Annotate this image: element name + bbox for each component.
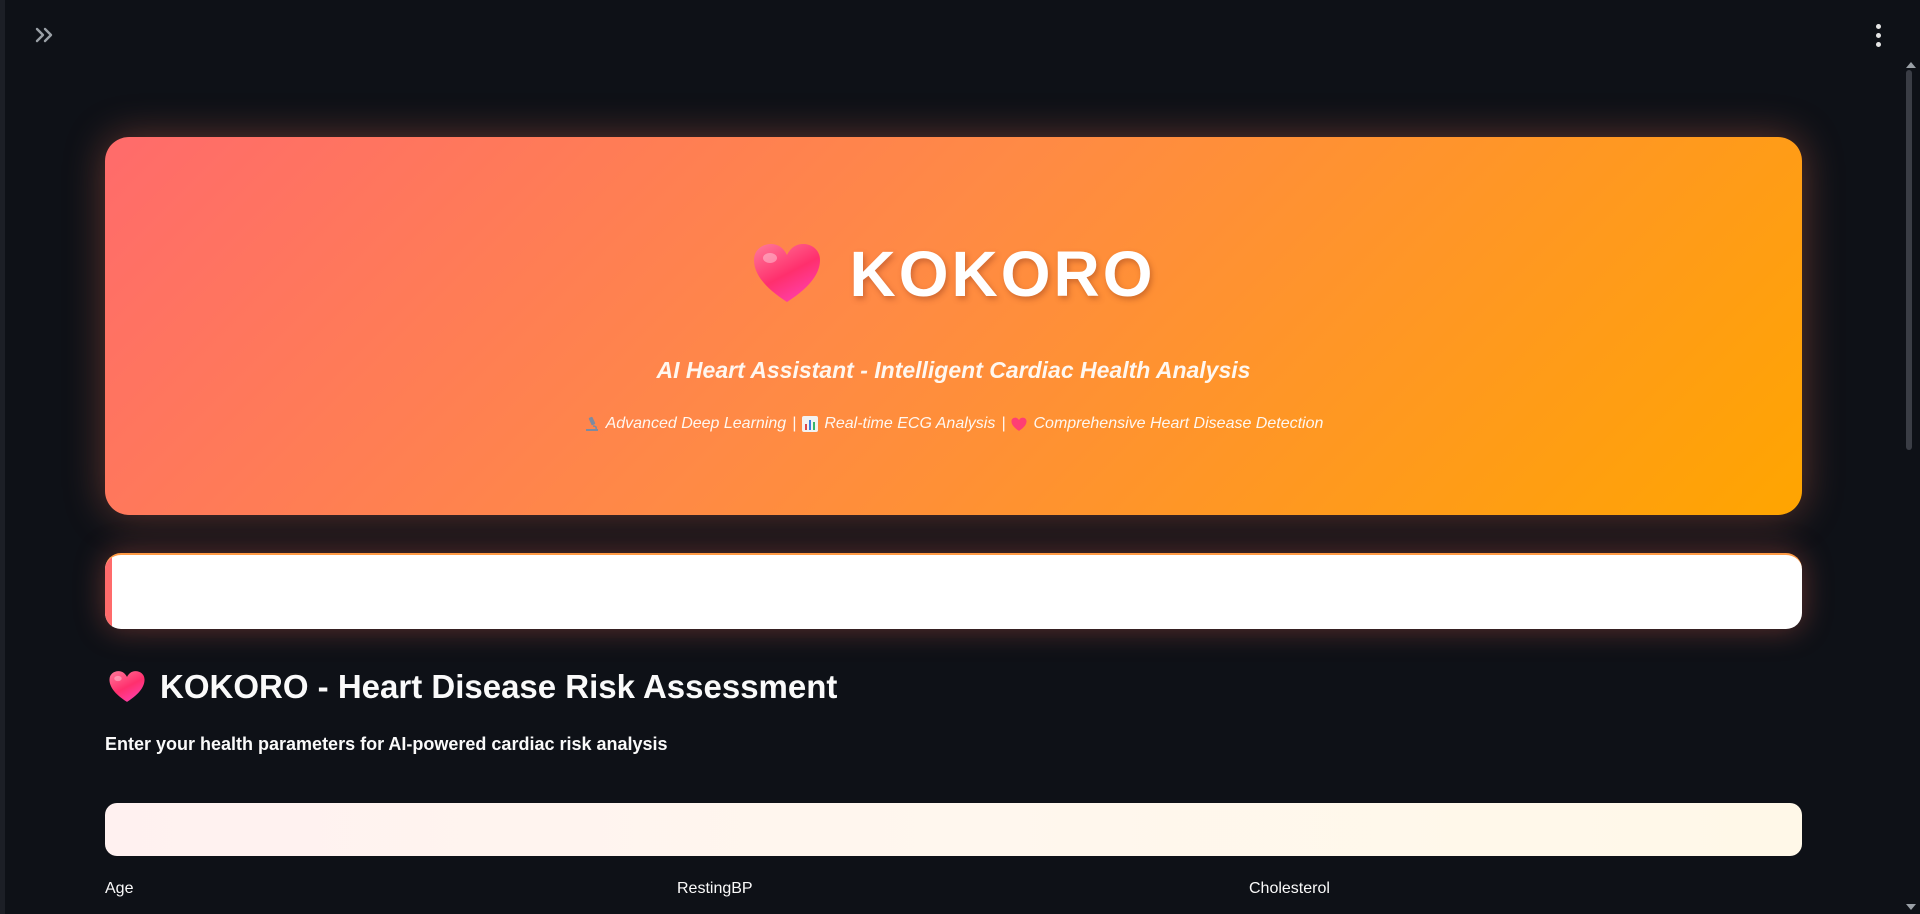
hero-banner: KOKORO AI Heart Assistant - Intelligent … [105,137,1802,515]
resting-bp-label: RestingBP [677,880,753,897]
assessment-title: KOKORO - Heart Disease Risk Assessment [108,668,837,706]
double-chevron-right-icon [35,27,53,43]
age-label: Age [105,880,134,897]
feature-separator: | [792,415,797,432]
info-card [105,553,1802,629]
microscope-icon [585,416,598,431]
feature-label: Real-time ECG Analysis [824,415,996,432]
assessment-title-text: KOKORO - Heart Disease Risk Assessment [160,668,838,705]
feature-item: Advanced Deep Learning [584,415,787,433]
heart-icon [1011,417,1028,431]
card-accent-bar [105,555,112,629]
feature-label: Comprehensive Heart Disease Detection [1033,415,1324,432]
app-root: KOKORO AI Heart Assistant - Intelligent … [0,0,1920,914]
cholesterol-label: Cholesterol [1249,880,1330,897]
feature-separator: | [1001,415,1006,432]
scroll-down-arrow[interactable] [1906,904,1916,910]
hero-title: KOKORO [105,237,1802,311]
scroll-up-arrow[interactable] [1906,62,1916,68]
window-edge [0,0,5,914]
app-title: KOKORO [849,238,1156,310]
hero-subtitle: AI Heart Assistant - Intelligent Cardiac… [656,357,1251,383]
assessment-subtitle: Enter your health parameters for AI-powe… [105,734,668,754]
kebab-dot-icon [1875,23,1881,29]
scrollbar-thumb[interactable] [1906,70,1912,450]
expand-sidebar-button[interactable] [30,20,60,50]
feature-list: Advanced Deep Learning | Real-time ECG A… [105,415,1802,433]
bar-chart-icon [802,416,819,432]
heart-icon [109,671,145,702]
form-header-banner [105,803,1802,856]
feature-item: Comprehensive Heart Disease Detection [1011,415,1323,433]
kebab-dot-icon [1875,41,1881,47]
feature-item: Real-time ECG Analysis [802,415,995,433]
kebab-dot-icon [1875,32,1881,38]
feature-label: Advanced Deep Learning [605,415,787,432]
main-menu-button[interactable] [1868,20,1888,50]
heart-icon [753,244,820,302]
